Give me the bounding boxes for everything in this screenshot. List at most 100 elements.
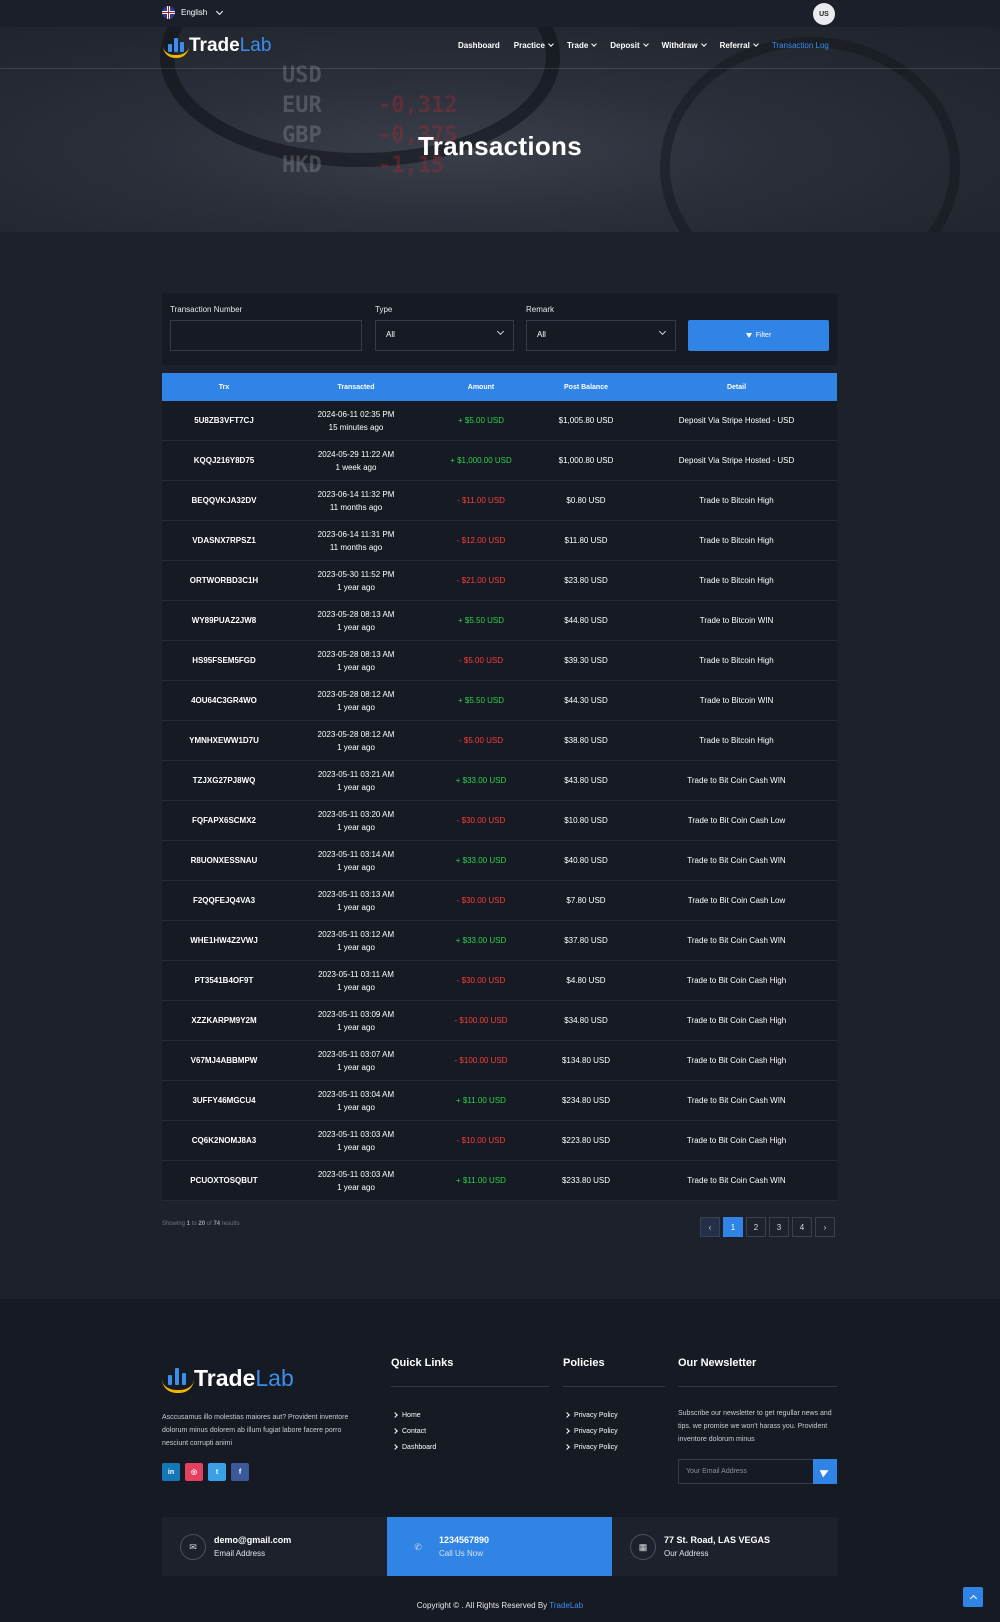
post-balance: $44.30 USD: [564, 696, 608, 705]
next-page-button[interactable]: ›: [815, 1217, 835, 1237]
linkedin-icon[interactable]: in: [162, 1463, 180, 1481]
transacted-ago: 1 year ago: [337, 702, 375, 712]
newsletter-title: Our Newsletter: [678, 1357, 757, 1369]
bg-ticker-list: USD EUR GBP HKD: [282, 61, 322, 181]
twitter-icon[interactable]: t: [208, 1463, 226, 1481]
type-select[interactable]: All: [375, 320, 514, 351]
footer-link-contact[interactable]: Contact: [392, 1423, 436, 1439]
showing-prefix: Showing: [162, 1221, 186, 1227]
nav-withdraw[interactable]: Withdraw: [662, 41, 707, 50]
prev-page-button[interactable]: ‹: [700, 1217, 720, 1237]
nav-dashboard[interactable]: Dashboard: [458, 41, 500, 50]
footer-link-privacy-policy[interactable]: Privacy Policy: [564, 1439, 618, 1455]
nav-transaction-log[interactable]: Transaction Log: [772, 41, 829, 50]
uk-flag-icon: [162, 6, 175, 19]
transacted-date: 2023-05-28 08:12 AM: [317, 729, 395, 739]
link-label: Home: [402, 1411, 421, 1419]
detail: Trade to Bitcoin WIN: [699, 696, 774, 705]
nav-deposit[interactable]: Deposit: [610, 41, 649, 50]
nav-referral[interactable]: Referral: [720, 41, 759, 50]
transacted-ago: 1 year ago: [337, 622, 375, 632]
transactions-table: Trx Transacted Amount Post Balance Detai…: [162, 373, 837, 1201]
transacted-cell: 2023-05-11 03:20 AM 1 year ago: [286, 808, 426, 834]
newsletter-email-input[interactable]: Your Email Address: [678, 1459, 813, 1484]
footer-brand-logo[interactable]: Trade Lab: [162, 1363, 294, 1393]
filter-button[interactable]: Filter: [688, 320, 829, 351]
showing-to: 20: [198, 1221, 206, 1227]
trx-number-input[interactable]: [170, 320, 362, 351]
transacted-date: 2023-05-11 03:09 AM: [317, 1009, 395, 1019]
amount: + $11.00 USD: [456, 1176, 506, 1185]
link-label: Privacy Policy: [574, 1427, 618, 1435]
footer-link-home[interactable]: Home: [392, 1407, 436, 1423]
brand-name-part1: Trade: [194, 1364, 256, 1391]
detail: Trade to Bitcoin High: [699, 496, 774, 505]
nav-label: Trade: [566, 41, 589, 50]
post-balance: $10.80 USD: [564, 816, 608, 825]
detail: Trade to Bit Coin Cash WIN: [687, 1096, 786, 1105]
table-row: PCUOXTOSQBUT 2023-05-11 03:03 AM 1 year ag…: [162, 1161, 837, 1201]
page-button-3[interactable]: 3: [769, 1217, 789, 1237]
copyright-text: Copyright © . All Rights Reserved By: [416, 1601, 548, 1610]
nav-label: Dashboard: [458, 41, 500, 50]
social-links: in ◎ t f: [162, 1463, 249, 1481]
contact-address[interactable]: ▦ 77 St. Road, LAS VEGAS Our Address: [612, 1517, 837, 1576]
post-balance: $4.80 USD: [566, 976, 606, 985]
transacted-date: 2023-05-28 08:13 AM: [317, 649, 395, 659]
detail: Trade to Bit Coin Cash Low: [687, 896, 786, 905]
remark-select[interactable]: All: [526, 320, 676, 351]
main-navbar: Trade Lab Dashboard Practice Trade Deposi…: [0, 27, 1000, 69]
detail: Trade to Bitcoin High: [699, 656, 774, 665]
trx-id: PT3541B4OF9T: [194, 976, 254, 985]
main-nav: Dashboard Practice Trade Deposit Withdra…: [458, 41, 843, 50]
back-to-top-button[interactable]: [963, 1587, 983, 1607]
showing-of-word: of: [206, 1221, 212, 1227]
facebook-icon[interactable]: f: [231, 1463, 249, 1481]
newsletter-text: Subscribe our newsletter to get regullar…: [678, 1410, 832, 1443]
chevron-right-icon: [564, 1444, 570, 1450]
transacted-ago: 1 year ago: [337, 982, 375, 992]
transacted-cell: 2023-06-14 11:32 PM 11 months ago: [286, 488, 426, 514]
detail: Trade to Bit Coin Cash Low: [687, 816, 786, 825]
contact-phone[interactable]: ✆ 1234567890 Call Us Now: [387, 1517, 612, 1576]
transacted-ago: 15 minutes ago: [328, 422, 384, 432]
page-button-1[interactable]: 1: [723, 1217, 743, 1237]
post-balance: $233.80 USD: [561, 1176, 611, 1185]
pagination: ‹ 1 2 3 4 ›: [700, 1217, 835, 1237]
copyright-brand-link[interactable]: TradeLab: [549, 1601, 583, 1610]
contact-email-value: demo@gmail.com: [214, 1535, 292, 1545]
post-balance: $1,005.80 USD: [558, 416, 614, 425]
nav-practice[interactable]: Practice: [514, 41, 554, 50]
transacted-ago: 11 months ago: [329, 502, 383, 512]
top-bar: English US: [0, 0, 1000, 27]
chevron-right-icon: [392, 1412, 398, 1418]
trx-id: V67MJ4ABBMPW: [190, 1056, 258, 1065]
footer-link-dashboard[interactable]: Dashboard: [392, 1439, 436, 1455]
transacted-date: 2023-05-11 03:07 AM: [317, 1049, 395, 1059]
policies-list: Privacy Policy Privacy Policy Privacy Po…: [564, 1407, 618, 1455]
user-avatar[interactable]: US: [813, 3, 835, 25]
transacted-cell: 2023-05-11 03:09 AM 1 year ago: [286, 1008, 426, 1034]
brand-logo[interactable]: Trade Lab: [163, 34, 271, 58]
post-balance: $1,000.80 USD: [558, 456, 614, 465]
footer-link-privacy-policy[interactable]: Privacy Policy: [564, 1423, 618, 1439]
link-label: Contact: [402, 1427, 427, 1435]
contact-email[interactable]: ✉ demo@gmail.com Email Address: [162, 1517, 387, 1576]
quick-links-title: Quick Links: [391, 1357, 454, 1369]
trx-id: 3UFFY46MGCU4: [192, 1096, 256, 1105]
nav-label: Deposit: [610, 41, 640, 50]
footer-link-privacy-policy[interactable]: Privacy Policy: [564, 1407, 618, 1423]
transacted-cell: 2023-05-11 03:13 AM 1 year ago: [286, 888, 426, 914]
link-label: Privacy Policy: [574, 1411, 618, 1419]
contact-strip: ✉ demo@gmail.com Email Address ✆ 1234567…: [162, 1517, 837, 1576]
transacted-date: 2023-05-11 03:03 AM: [317, 1129, 395, 1139]
col-header-amount: Amount: [467, 383, 495, 391]
language-selector[interactable]: English: [162, 6, 224, 19]
transacted-cell: 2023-05-11 03:21 AM 1 year ago: [286, 768, 426, 794]
transacted-cell: 2024-05-29 11:22 AM 1 week ago: [286, 448, 426, 474]
instagram-icon[interactable]: ◎: [185, 1463, 203, 1481]
nav-trade[interactable]: Trade: [566, 41, 598, 50]
newsletter-submit-button[interactable]: [813, 1459, 837, 1484]
page-button-4[interactable]: 4: [792, 1217, 812, 1237]
page-button-2[interactable]: 2: [746, 1217, 766, 1237]
